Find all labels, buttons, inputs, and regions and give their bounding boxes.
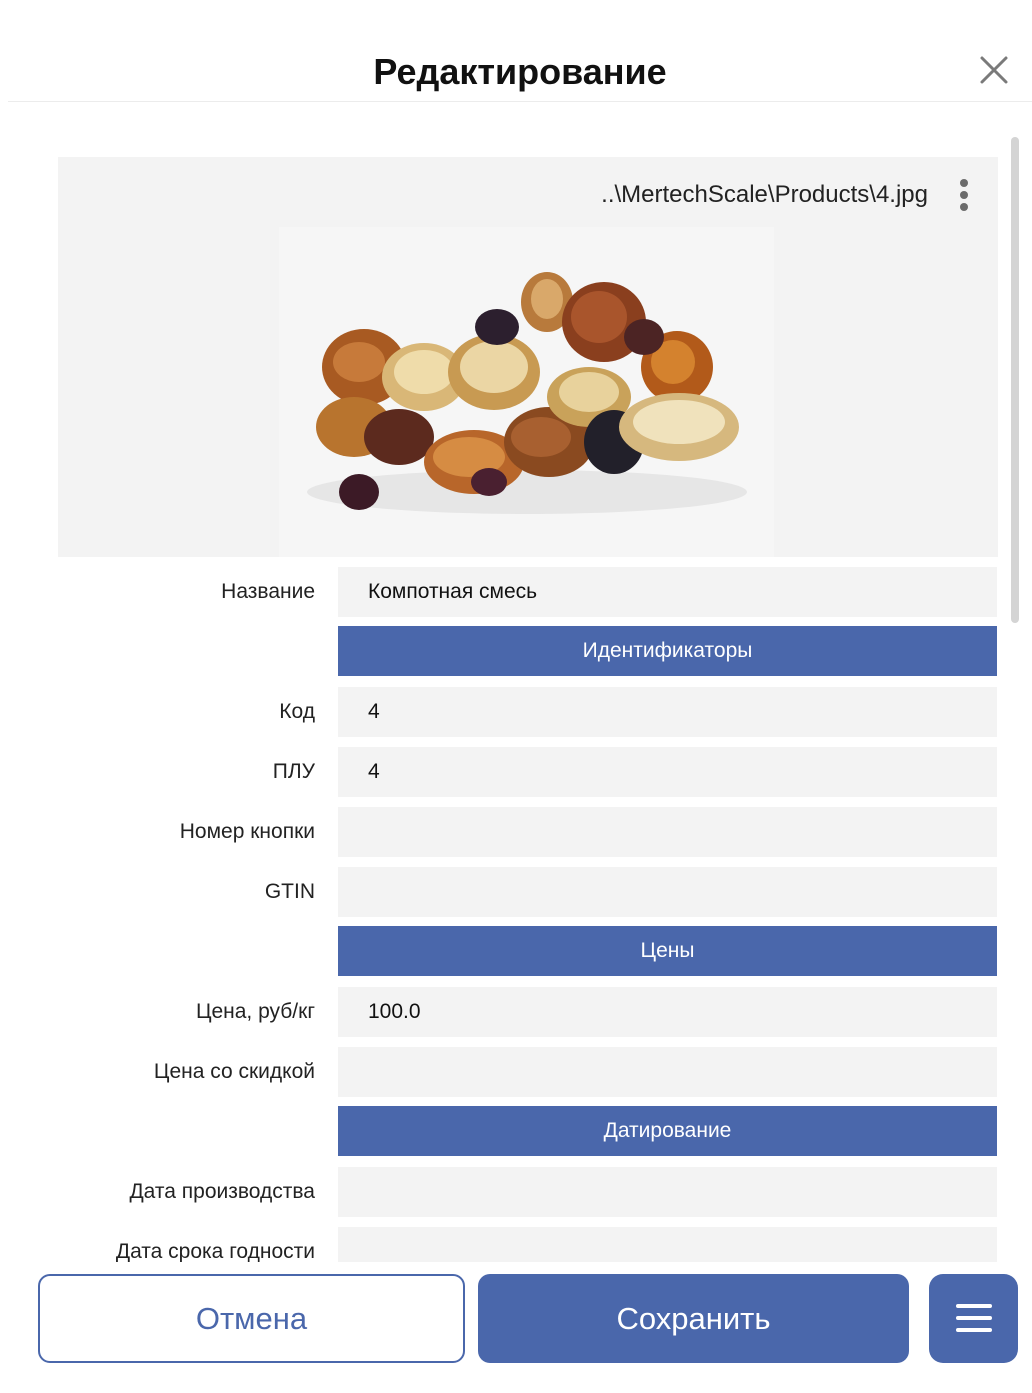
row-code: Код 4: [0, 687, 1032, 737]
row-expiry-date: Дата срока годности: [0, 1227, 1032, 1262]
name-field[interactable]: Компотная смесь: [338, 567, 997, 617]
row-price: Цена, руб/кг 100.0: [0, 987, 1032, 1037]
plu-label: ПЛУ: [272, 760, 315, 783]
expiry-date-label: Дата срока годности: [115, 1240, 315, 1262]
production-date-field[interactable]: [338, 1167, 997, 1217]
code-label: Код: [279, 700, 315, 723]
scrollbar[interactable]: [1011, 137, 1019, 623]
row-discount-price: Цена со скидкой: [0, 1047, 1032, 1097]
hamburger-icon: [956, 1304, 992, 1332]
row-production-date: Дата производства: [0, 1167, 1032, 1217]
button-number-label: Номер кнопки: [179, 820, 315, 843]
code-field[interactable]: 4: [338, 687, 997, 737]
row-plu: ПЛУ 4: [0, 747, 1032, 797]
discount-price-label: Цена со скидкой: [153, 1060, 315, 1083]
image-path: ..\MertechScale\Products\4.jpg: [601, 181, 928, 208]
dialog-title: Редактирование: [373, 51, 667, 92]
menu-button[interactable]: [929, 1274, 1018, 1363]
section-dating: Датирование: [338, 1106, 997, 1156]
discount-price-field[interactable]: [338, 1047, 997, 1097]
section-prices: Цены: [338, 926, 997, 976]
edit-dialog: Редактирование ..\MertechScale\Products\…: [0, 0, 1032, 1393]
button-number-field[interactable]: [338, 807, 997, 857]
product-photo: [279, 227, 774, 557]
row-gtin: GTIN: [0, 867, 1032, 917]
dialog-header: Редактирование: [8, 12, 1032, 102]
row-button-number: Номер кнопки: [0, 807, 1032, 857]
product-image-panel: ..\MertechScale\Products\4.jpg: [58, 157, 998, 557]
more-options-icon[interactable]: [956, 177, 972, 213]
dialog-footer: Отмена Сохранить: [0, 1262, 1032, 1393]
close-icon[interactable]: [976, 52, 1012, 88]
form-scroll-area[interactable]: ..\MertechScale\Products\4.jpg Название …: [0, 102, 1032, 1262]
section-identifiers: Идентификаторы: [338, 626, 997, 676]
plu-field[interactable]: 4: [338, 747, 997, 797]
save-button[interactable]: Сохранить: [478, 1274, 909, 1363]
name-label: Название: [221, 580, 315, 603]
gtin-label: GTIN: [264, 880, 315, 903]
gtin-field[interactable]: [338, 867, 997, 917]
production-date-label: Дата производства: [129, 1180, 315, 1203]
cancel-button[interactable]: Отмена: [38, 1274, 465, 1363]
price-label: Цена, руб/кг: [195, 1000, 315, 1023]
row-name: Название Компотная смесь: [0, 567, 1032, 617]
expiry-date-field[interactable]: [338, 1227, 997, 1262]
price-field[interactable]: 100.0: [338, 987, 997, 1037]
